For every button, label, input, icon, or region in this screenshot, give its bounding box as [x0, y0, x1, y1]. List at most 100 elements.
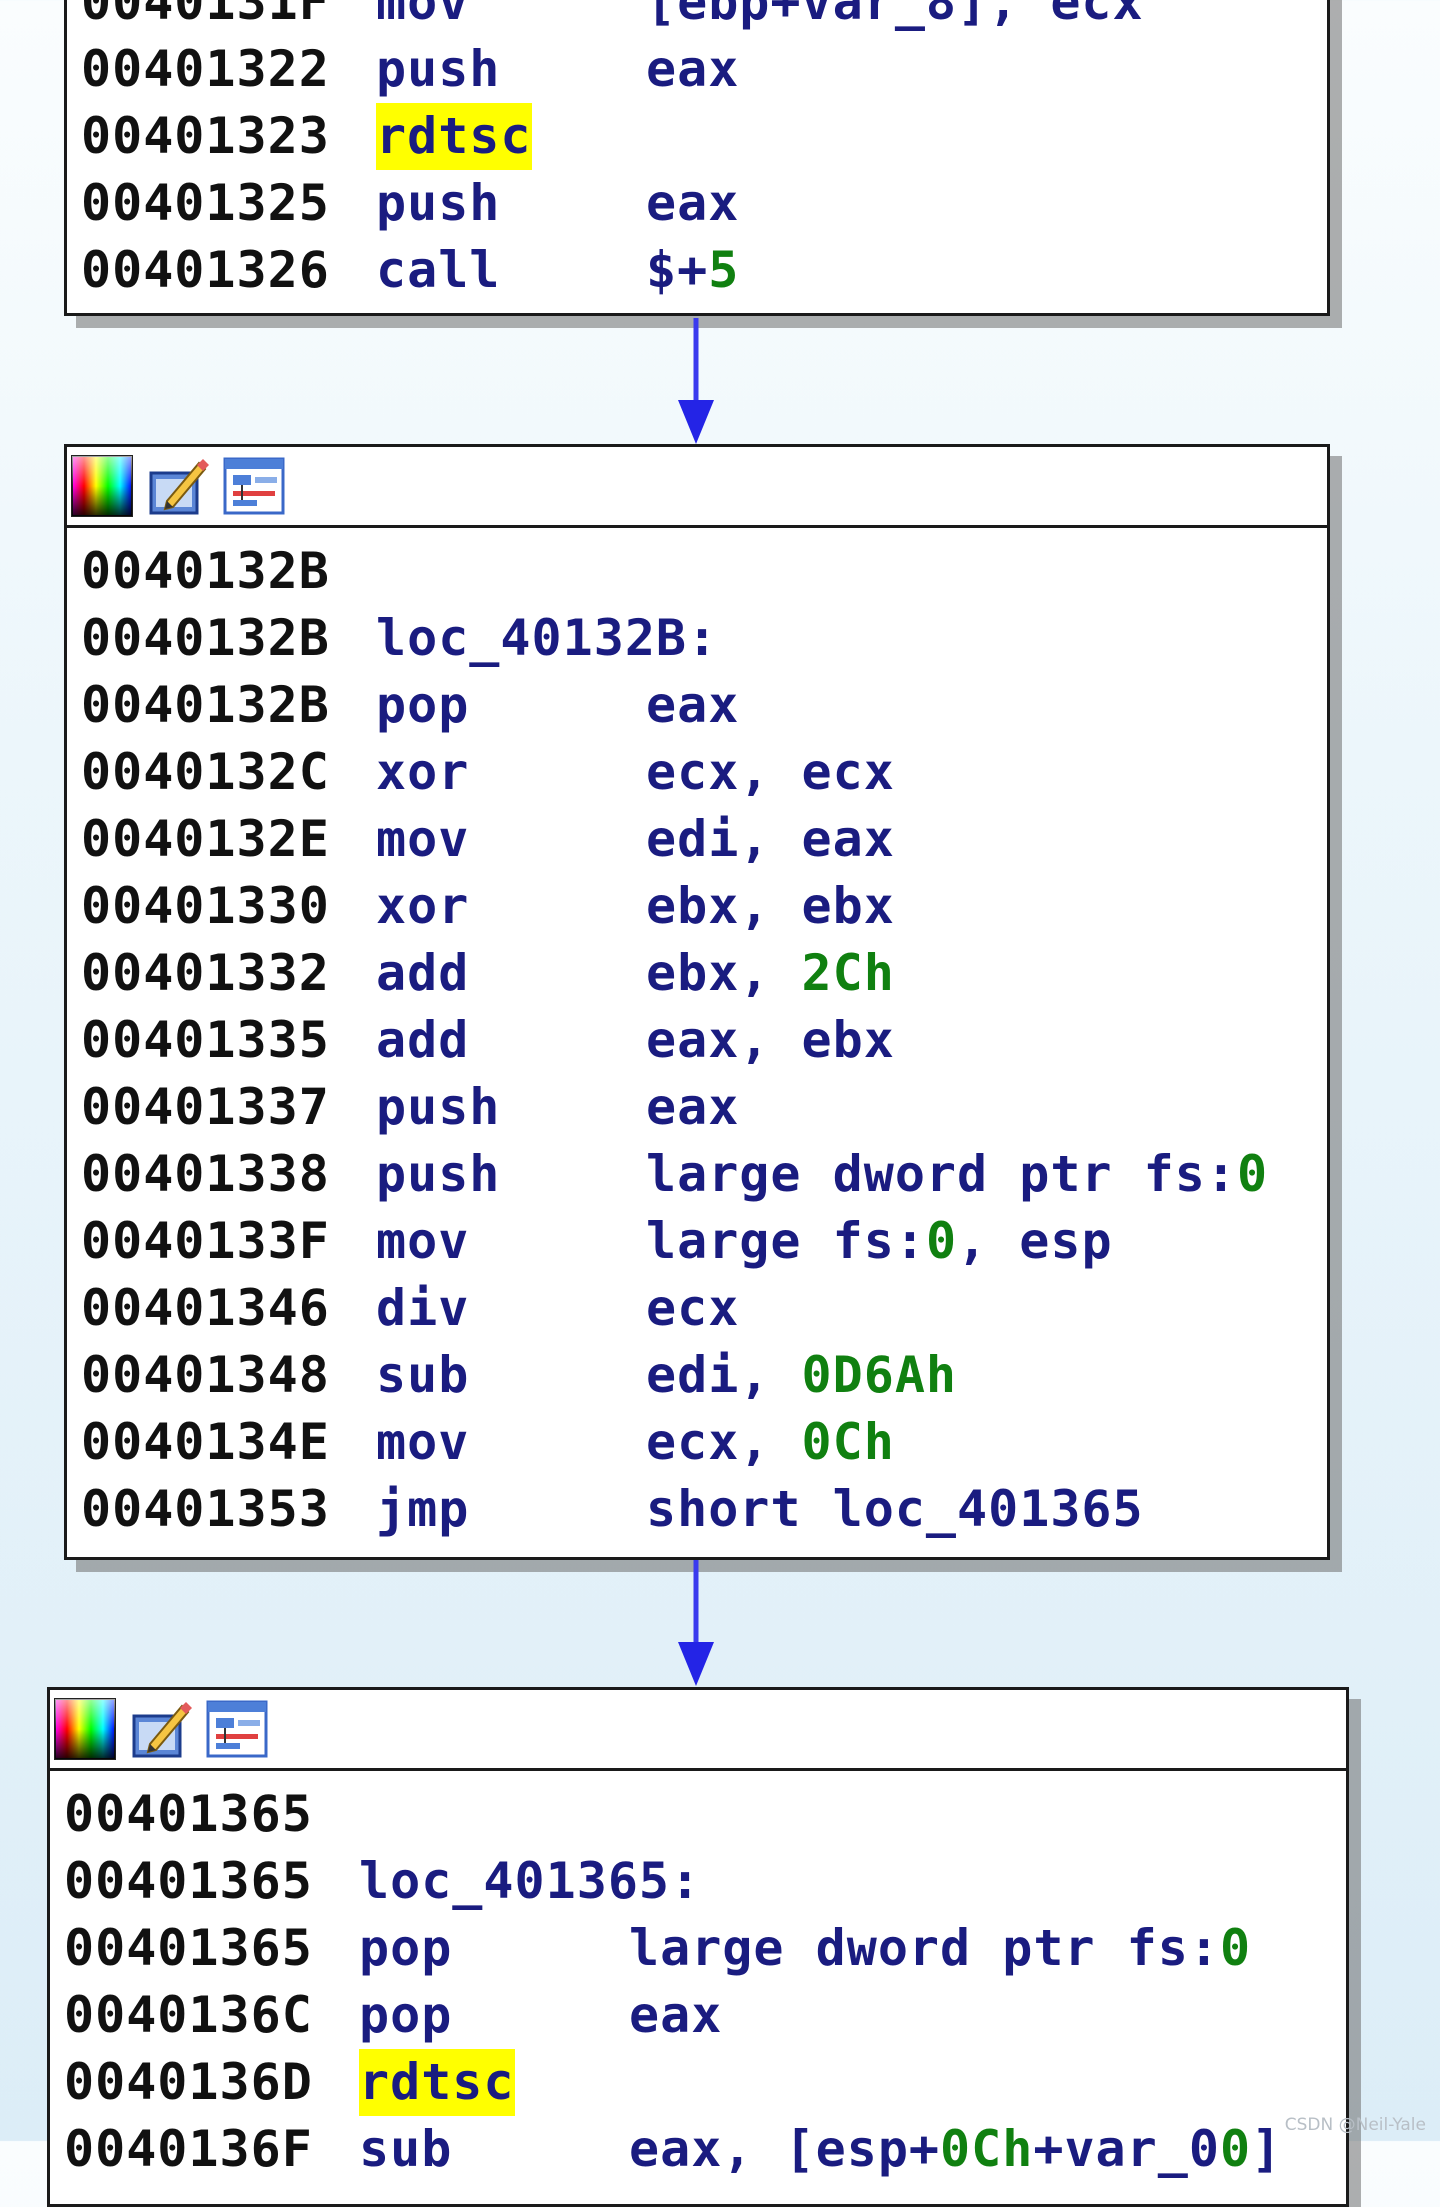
instruction-address: 00401337	[81, 1078, 330, 1136]
instruction-mnemonic[interactable]: mov	[376, 0, 646, 36]
operand-text: large fs:	[646, 1212, 926, 1270]
code-line[interactable]: 0040136C pop eax	[64, 1982, 1346, 2049]
code-line[interactable]: 00401332 add ebx, 2Ch	[81, 940, 1327, 1007]
operand-text: eax	[646, 174, 740, 232]
code-line[interactable]: 0040132B	[81, 538, 1327, 605]
code-line[interactable]: 0040132B loc_40132B:	[81, 605, 1327, 672]
code-line[interactable]: 00401325 push eax	[81, 170, 1327, 237]
instruction-operands[interactable]: eax	[646, 676, 739, 734]
instruction-operands[interactable]: eax	[629, 1986, 722, 2044]
instruction-operands[interactable]: short loc_401365	[646, 1480, 1144, 1538]
instruction-mnemonic[interactable]: pop	[359, 1982, 629, 2049]
code-line[interactable]: 00401322 push eax	[81, 36, 1327, 103]
operand-number: 0D6Ah	[801, 1346, 958, 1404]
code-line[interactable]: 00401337 push eax	[81, 1074, 1327, 1141]
code-line[interactable]: 00401365 loc_401365:	[64, 1848, 1346, 1915]
instruction-mnemonic[interactable]: mov	[376, 806, 646, 873]
code-line[interactable]: 00401365 pop large dword ptr fs:0	[64, 1915, 1346, 1982]
instruction-operands[interactable]: eax, [esp+0Ch+var_00]	[629, 2120, 1282, 2178]
instruction-mnemonic[interactable]: sub	[359, 2116, 629, 2183]
instruction-mnemonic[interactable]: xor	[376, 739, 646, 806]
instruction-operands[interactable]: large dword ptr fs:0	[646, 1145, 1268, 1203]
graph-view-icon[interactable]	[206, 1698, 268, 1760]
instruction-mnemonic[interactable]: add	[376, 1007, 646, 1074]
code-lines: 0040131F mov [ebp+var_8], ecx 00401322 push e…	[67, 0, 1327, 304]
instruction-operands[interactable]: eax	[646, 1078, 739, 1136]
code-label[interactable]: loc_40132B:	[376, 605, 718, 672]
instruction-operands[interactable]: ecx, ecx	[646, 743, 895, 801]
instruction-address: 00401326	[81, 241, 330, 299]
instruction-mnemonic[interactable]: push	[376, 170, 646, 237]
instruction-address: 0040133F	[81, 1212, 330, 1270]
color-palette-icon[interactable]	[54, 1698, 116, 1760]
instruction-operands[interactable]: large dword ptr fs:0	[629, 1919, 1251, 1977]
instruction-mnemonic[interactable]: pop	[359, 1915, 629, 1982]
instruction-operands[interactable]: eax	[646, 40, 739, 98]
instruction-address: 00401335	[81, 1011, 330, 1069]
color-palette-icon[interactable]	[71, 455, 133, 517]
instruction-operands[interactable]: ecx	[646, 1279, 739, 1337]
instruction-operands[interactable]: edi, eax	[646, 810, 895, 868]
code-line[interactable]: 0040136D rdtsc	[64, 2049, 1346, 2116]
code-line[interactable]: 00401335 add eax, ebx	[81, 1007, 1327, 1074]
instruction-operands[interactable]: eax, ebx	[646, 1011, 895, 1069]
instruction-mnemonic[interactable]: mov	[376, 1409, 646, 1476]
instruction-operands[interactable]: large fs:0, esp	[646, 1212, 1113, 1270]
operand-text: edi,	[646, 1346, 802, 1404]
edit-pencil-icon[interactable]	[147, 455, 209, 517]
code-line[interactable]: 00401365	[64, 1781, 1346, 1848]
instruction-operands[interactable]: ebx, 2Ch	[646, 944, 895, 1002]
instruction-mnemonic[interactable]: mov	[376, 1208, 646, 1275]
flow-arrow-2	[678, 1560, 714, 1686]
instruction-mnemonic[interactable]: div	[376, 1275, 646, 1342]
instruction-mnemonic[interactable]: push	[376, 1141, 646, 1208]
instruction-mnemonic[interactable]: sub	[376, 1342, 646, 1409]
code-line[interactable]: 00401346 div ecx	[81, 1275, 1327, 1342]
code-line[interactable]: 0040131F mov [ebp+var_8], ecx	[81, 0, 1327, 36]
code-line[interactable]: 0040136F sub eax, [esp+0Ch+var_00]	[64, 2116, 1346, 2183]
instruction-operands[interactable]: edi, 0D6Ah	[646, 1346, 957, 1404]
operand-text: large dword ptr fs:	[646, 1145, 1237, 1203]
code-line[interactable]: 0040134E mov ecx, 0Ch	[81, 1409, 1327, 1476]
operand-number: 0	[1219, 1919, 1252, 1977]
instruction-operands[interactable]: ebx, ebx	[646, 877, 895, 935]
operand-text: , esp	[957, 1212, 1113, 1270]
instruction-mnemonic[interactable]: pop	[376, 672, 646, 739]
instruction-mnemonic[interactable]: rdtsc	[359, 2049, 515, 2116]
code-line[interactable]: 00401323 rdtsc	[81, 103, 1327, 170]
instruction-mnemonic[interactable]: xor	[376, 873, 646, 940]
code-line[interactable]: 0040132E mov edi, eax	[81, 806, 1327, 873]
code-line[interactable]: 0040132C xor ecx, ecx	[81, 739, 1327, 806]
code-block-2[interactable]: 0040132B 0040132B loc_40132B: 0040132B pop ea…	[64, 444, 1330, 1560]
code-line[interactable]: 00401353 jmp short loc_401365	[81, 1476, 1327, 1543]
operand-text: ecx	[646, 1279, 740, 1337]
instruction-address: 00401323	[81, 107, 330, 165]
code-label[interactable]: loc_401365:	[359, 1848, 701, 1915]
edit-pencil-icon[interactable]	[130, 1698, 192, 1760]
instruction-address: 0040131F	[81, 0, 330, 31]
code-line[interactable]: 00401338 push large dword ptr fs:0	[81, 1141, 1327, 1208]
instruction-mnemonic[interactable]: jmp	[376, 1476, 646, 1543]
instruction-mnemonic[interactable]: add	[376, 940, 646, 1007]
graph-view-icon[interactable]	[223, 455, 285, 517]
instruction-operands[interactable]: eax	[646, 174, 739, 232]
instruction-operands[interactable]: $+5	[646, 241, 739, 299]
code-line[interactable]: 0040132B pop eax	[81, 672, 1327, 739]
code-line[interactable]: 00401330 xor ebx, ebx	[81, 873, 1327, 940]
instruction-mnemonic[interactable]: push	[376, 1074, 646, 1141]
code-line[interactable]: 0040133F mov large fs:0, esp	[81, 1208, 1327, 1275]
instruction-address: 00401365	[64, 1852, 313, 1910]
code-block-1[interactable]: 0040131F mov [ebp+var_8], ecx 00401322 push e…	[64, 0, 1330, 316]
instruction-mnemonic[interactable]: rdtsc	[376, 103, 532, 170]
instruction-operands[interactable]: [ebp+var_8], ecx	[646, 0, 1144, 31]
code-line[interactable]: 00401326 call $+5	[81, 237, 1327, 304]
instruction-address: 00401346	[81, 1279, 330, 1337]
code-lines: 00401365 00401365 loc_401365: 00401365 pop la…	[50, 1771, 1346, 2183]
code-block-3[interactable]: 00401365 00401365 loc_401365: 00401365 pop la…	[47, 1687, 1349, 2207]
instruction-operands[interactable]: ecx, 0Ch	[646, 1413, 895, 1471]
operand-text: $+	[646, 241, 709, 299]
instruction-mnemonic[interactable]: push	[376, 36, 646, 103]
code-line[interactable]: 00401348 sub edi, 0D6Ah	[81, 1342, 1327, 1409]
instruction-mnemonic[interactable]: call	[376, 237, 646, 304]
operand-text: eax, ebx	[646, 1011, 895, 1069]
